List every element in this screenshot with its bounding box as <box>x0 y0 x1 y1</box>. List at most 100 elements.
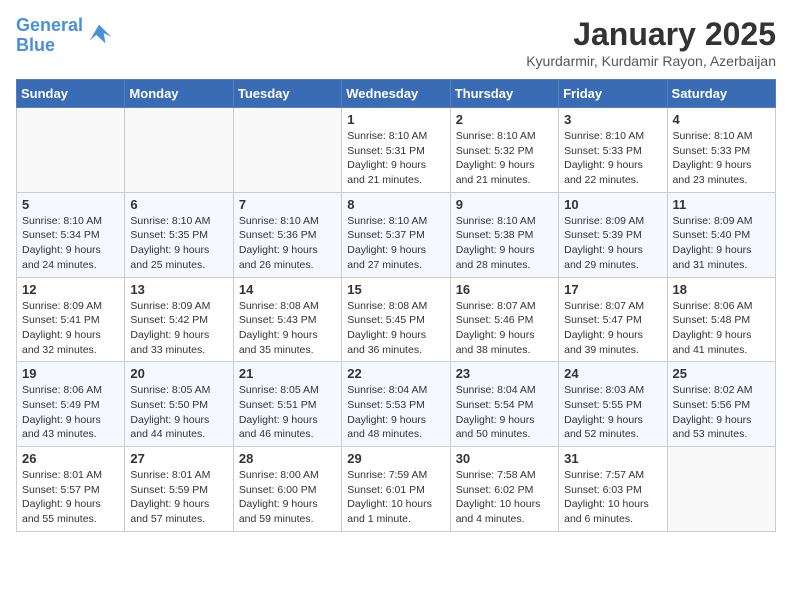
day-info: Sunrise: 8:04 AM Sunset: 5:53 PM Dayligh… <box>347 383 444 442</box>
day-number: 30 <box>456 451 553 466</box>
calendar-cell: 31 Sunrise: 7:57 AM Sunset: 6:03 PM Dayli… <box>559 447 667 532</box>
day-number: 2 <box>456 112 553 127</box>
calendar-cell: 18Sunrise: 8:06 AM Sunset: 5:48 PM Dayli… <box>667 277 775 362</box>
day-number: 19 <box>22 366 119 381</box>
day-number: 18 <box>673 282 770 297</box>
calendar-cell: 10 Sunrise: 8:09 AM Sunset: 5:39 PM Dayli… <box>559 192 667 277</box>
calendar-cell <box>667 447 775 532</box>
calendar-week-row: 12 Sunrise: 8:09 AM Sunset: 5:41 PM Dayli… <box>17 277 776 362</box>
day-info: Sunrise: 8:10 AM Sunset: 5:34 PM Dayligh… <box>22 214 119 273</box>
day-info: Sunrise: 8:08 AM Sunset: 5:43 PM Dayligh… <box>239 299 336 358</box>
calendar-cell: 19 Sunrise: 8:06 AM Sunset: 5:49 PM Dayli… <box>17 362 125 447</box>
day-info: Sunrise: 8:06 AM Sunset: 5:49 PM Dayligh… <box>22 383 119 442</box>
day-info: Sunrise: 8:10 AM Sunset: 5:36 PM Dayligh… <box>239 214 336 273</box>
day-number: 14 <box>239 282 336 297</box>
day-info: Sunrise: 8:10 AM Sunset: 5:32 PM Dayligh… <box>456 129 553 188</box>
day-number: 29 <box>347 451 444 466</box>
day-number: 10 <box>564 197 661 212</box>
calendar-cell <box>233 108 341 193</box>
page-subtitle: Kyurdarmir, Kurdamir Rayon, Azerbaijan <box>526 53 776 69</box>
day-info: Sunrise: 8:03 AM Sunset: 5:55 PM Dayligh… <box>564 383 661 442</box>
calendar-cell: 20 Sunrise: 8:05 AM Sunset: 5:50 PM Dayli… <box>125 362 233 447</box>
calendar-header-saturday: Saturday <box>667 80 775 108</box>
calendar-cell: 2 Sunrise: 8:10 AM Sunset: 5:32 PM Daylig… <box>450 108 558 193</box>
calendar-header-tuesday: Tuesday <box>233 80 341 108</box>
calendar-header-friday: Friday <box>559 80 667 108</box>
calendar-table: SundayMondayTuesdayWednesdayThursdayFrid… <box>16 79 776 532</box>
day-info: Sunrise: 8:04 AM Sunset: 5:54 PM Dayligh… <box>456 383 553 442</box>
day-info: Sunrise: 8:10 AM Sunset: 5:35 PM Dayligh… <box>130 214 227 273</box>
day-info: Sunrise: 8:10 AM Sunset: 5:37 PM Dayligh… <box>347 214 444 273</box>
calendar-cell: 24Sunrise: 8:03 AM Sunset: 5:55 PM Dayli… <box>559 362 667 447</box>
day-number: 12 <box>22 282 119 297</box>
day-number: 15 <box>347 282 444 297</box>
calendar-cell: 15 Sunrise: 8:08 AM Sunset: 5:45 PM Dayli… <box>342 277 450 362</box>
day-number: 28 <box>239 451 336 466</box>
calendar-cell: 4 Sunrise: 8:10 AM Sunset: 5:33 PM Daylig… <box>667 108 775 193</box>
calendar-cell: 22 Sunrise: 8:04 AM Sunset: 5:53 PM Dayli… <box>342 362 450 447</box>
page-header: GeneralBlue January 2025 Kyurdarmir, Kur… <box>16 16 776 69</box>
day-number: 6 <box>130 197 227 212</box>
day-info: Sunrise: 7:58 AM Sunset: 6:02 PM Dayligh… <box>456 468 553 527</box>
day-info: Sunrise: 8:08 AM Sunset: 5:45 PM Dayligh… <box>347 299 444 358</box>
day-info: Sunrise: 7:57 AM Sunset: 6:03 PM Dayligh… <box>564 468 661 527</box>
day-info: Sunrise: 8:09 AM Sunset: 5:39 PM Dayligh… <box>564 214 661 273</box>
calendar-cell: 25 Sunrise: 8:02 AM Sunset: 5:56 PM Dayli… <box>667 362 775 447</box>
day-info: Sunrise: 8:07 AM Sunset: 5:46 PM Dayligh… <box>456 299 553 358</box>
day-number: 21 <box>239 366 336 381</box>
day-number: 7 <box>239 197 336 212</box>
day-number: 31 <box>564 451 661 466</box>
calendar-cell: 14 Sunrise: 8:08 AM Sunset: 5:43 PM Dayli… <box>233 277 341 362</box>
calendar-cell: 30 Sunrise: 7:58 AM Sunset: 6:02 PM Dayli… <box>450 447 558 532</box>
day-info: Sunrise: 8:01 AM Sunset: 5:57 PM Dayligh… <box>22 468 119 527</box>
day-number: 27 <box>130 451 227 466</box>
calendar-week-row: 1Sunrise: 8:10 AM Sunset: 5:31 PM Daylig… <box>17 108 776 193</box>
page-title: January 2025 <box>526 16 776 53</box>
calendar-cell: 11Sunrise: 8:09 AM Sunset: 5:40 PM Dayli… <box>667 192 775 277</box>
day-info: Sunrise: 8:02 AM Sunset: 5:56 PM Dayligh… <box>673 383 770 442</box>
day-info: Sunrise: 8:07 AM Sunset: 5:47 PM Dayligh… <box>564 299 661 358</box>
day-number: 4 <box>673 112 770 127</box>
logo-text: GeneralBlue <box>16 16 83 56</box>
day-number: 16 <box>456 282 553 297</box>
calendar-cell: 23 Sunrise: 8:04 AM Sunset: 5:54 PM Dayli… <box>450 362 558 447</box>
calendar-header-sunday: Sunday <box>17 80 125 108</box>
calendar-cell: 8Sunrise: 8:10 AM Sunset: 5:37 PM Daylig… <box>342 192 450 277</box>
day-number: 22 <box>347 366 444 381</box>
day-number: 25 <box>673 366 770 381</box>
day-number: 20 <box>130 366 227 381</box>
day-info: Sunrise: 8:01 AM Sunset: 5:59 PM Dayligh… <box>130 468 227 527</box>
calendar-week-row: 26Sunrise: 8:01 AM Sunset: 5:57 PM Dayli… <box>17 447 776 532</box>
calendar-cell <box>125 108 233 193</box>
calendar-cell: 12 Sunrise: 8:09 AM Sunset: 5:41 PM Dayli… <box>17 277 125 362</box>
logo-bird-icon <box>85 20 113 48</box>
day-info: Sunrise: 8:05 AM Sunset: 5:50 PM Dayligh… <box>130 383 227 442</box>
calendar-cell: 27 Sunrise: 8:01 AM Sunset: 5:59 PM Dayli… <box>125 447 233 532</box>
calendar-cell: 28 Sunrise: 8:00 AM Sunset: 6:00 PM Dayli… <box>233 447 341 532</box>
calendar-cell: 17Sunrise: 8:07 AM Sunset: 5:47 PM Dayli… <box>559 277 667 362</box>
calendar-cell: 9 Sunrise: 8:10 AM Sunset: 5:38 PM Daylig… <box>450 192 558 277</box>
day-number: 23 <box>456 366 553 381</box>
day-number: 5 <box>22 197 119 212</box>
day-info: Sunrise: 8:09 AM Sunset: 5:40 PM Dayligh… <box>673 214 770 273</box>
calendar-header-row: SundayMondayTuesdayWednesdayThursdayFrid… <box>17 80 776 108</box>
calendar-week-row: 19 Sunrise: 8:06 AM Sunset: 5:49 PM Dayli… <box>17 362 776 447</box>
logo: GeneralBlue <box>16 16 113 56</box>
calendar-week-row: 5 Sunrise: 8:10 AM Sunset: 5:34 PM Daylig… <box>17 192 776 277</box>
day-info: Sunrise: 8:10 AM Sunset: 5:33 PM Dayligh… <box>673 129 770 188</box>
calendar-cell: 16 Sunrise: 8:07 AM Sunset: 5:46 PM Dayli… <box>450 277 558 362</box>
day-number: 3 <box>564 112 661 127</box>
day-info: Sunrise: 8:10 AM Sunset: 5:31 PM Dayligh… <box>347 129 444 188</box>
calendar-cell: 13Sunrise: 8:09 AM Sunset: 5:42 PM Dayli… <box>125 277 233 362</box>
day-info: Sunrise: 8:09 AM Sunset: 5:41 PM Dayligh… <box>22 299 119 358</box>
day-info: Sunrise: 7:59 AM Sunset: 6:01 PM Dayligh… <box>347 468 444 527</box>
day-info: Sunrise: 8:05 AM Sunset: 5:51 PM Dayligh… <box>239 383 336 442</box>
calendar-header-thursday: Thursday <box>450 80 558 108</box>
day-number: 9 <box>456 197 553 212</box>
day-info: Sunrise: 8:00 AM Sunset: 6:00 PM Dayligh… <box>239 468 336 527</box>
day-number: 13 <box>130 282 227 297</box>
calendar-cell: 21 Sunrise: 8:05 AM Sunset: 5:51 PM Dayli… <box>233 362 341 447</box>
calendar-cell: 26Sunrise: 8:01 AM Sunset: 5:57 PM Dayli… <box>17 447 125 532</box>
calendar-cell: 6 Sunrise: 8:10 AM Sunset: 5:35 PM Daylig… <box>125 192 233 277</box>
day-info: Sunrise: 8:10 AM Sunset: 5:38 PM Dayligh… <box>456 214 553 273</box>
